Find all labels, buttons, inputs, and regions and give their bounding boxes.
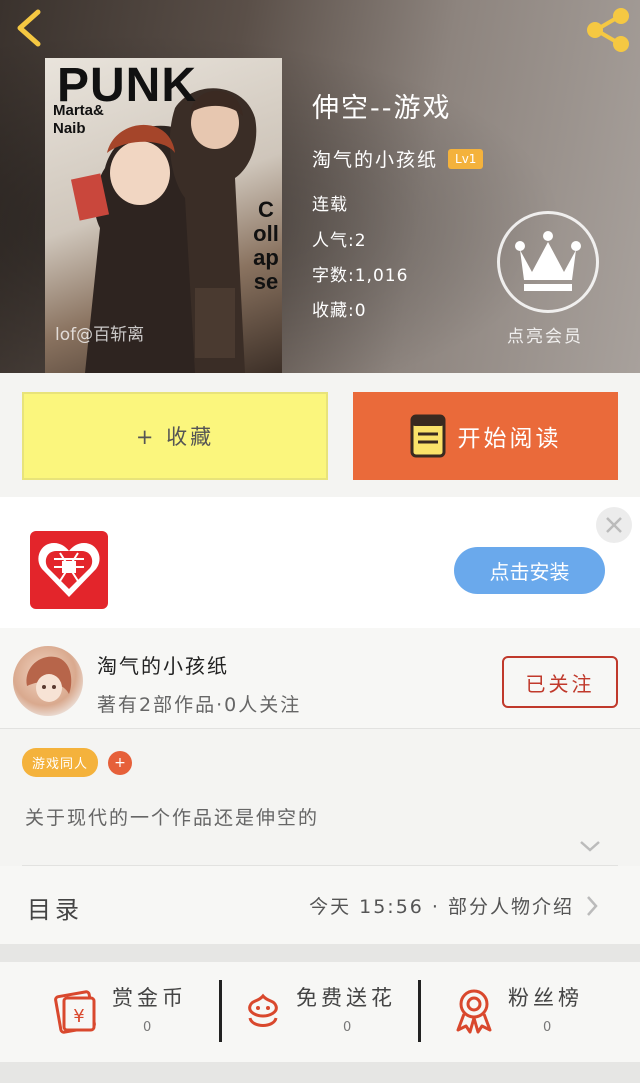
cover-subtitle: Marta& Naib <box>53 102 104 137</box>
reward-label: 免费送花 <box>296 986 396 1010</box>
chevron-right-icon <box>587 896 598 916</box>
author-card[interactable]: 淘气的小孩纸 著有2部作品·0人关注 已关注 <box>0 628 640 728</box>
tag-item[interactable]: 游戏同人 <box>22 748 99 777</box>
chevron-down-icon[interactable] <box>578 838 602 854</box>
svg-text:¥: ¥ <box>73 1006 84 1027</box>
reward-bar: ¥ 赏金币 0 免费送花 0 粉丝榜 0 <box>0 962 640 1062</box>
free-flower-reward[interactable]: 免费送花 0 <box>222 962 418 1062</box>
tag-list: 游戏同人 + <box>22 748 133 777</box>
book-cover[interactable]: PUNK Marta& Naib Collapse lof@百斩离 <box>45 58 282 373</box>
crown-icon <box>515 231 581 291</box>
word-count: 字数:1,016 <box>312 266 409 286</box>
back-arrow-icon[interactable] <box>12 8 46 48</box>
install-button[interactable]: 点击安装 <box>454 547 605 594</box>
ad-banner[interactable]: 点击安装 <box>0 497 640 628</box>
avatar[interactable] <box>13 646 83 716</box>
favorite-count: 收藏:0 <box>312 301 367 321</box>
table-of-contents-row[interactable]: 目录 今天 15:56 · 部分人物介绍 <box>0 866 640 944</box>
reward-count: 0 <box>143 1020 152 1035</box>
reward-count: 0 <box>343 1020 352 1035</box>
gold-coin-icon: ¥ <box>54 990 96 1034</box>
flower-icon <box>248 993 278 1027</box>
start-reading-label: 开始阅读 <box>457 426 562 452</box>
cover-watermark: lof@百斩离 <box>55 325 145 345</box>
book-header: PUNK Marta& Naib Collapse lof@百斩离 伸空--游戏… <box>0 0 640 373</box>
bottom-gap <box>0 1062 640 1083</box>
book-icon <box>410 414 445 458</box>
serial-status: 连载 <box>312 195 348 215</box>
divider <box>0 728 640 729</box>
favorite-button[interactable]: + 收藏 <box>22 392 328 480</box>
level-badge: Lv1 <box>448 148 484 169</box>
author-card-stats: 著有2部作品·0人关注 <box>97 694 302 716</box>
add-tag-button[interactable]: + <box>108 750 133 775</box>
reward-label: 赏金币 <box>112 986 187 1010</box>
toc-title: 目录 <box>27 896 83 924</box>
share-icon[interactable] <box>582 6 634 54</box>
app-logo-icon[interactable] <box>30 531 108 609</box>
reward-count: 0 <box>543 1020 552 1035</box>
latest-chapter[interactable]: 今天 15:56 · 部分人物介绍 <box>309 892 574 919</box>
ad-close-button[interactable] <box>596 507 632 543</box>
author-card-name[interactable]: 淘气的小孩纸 <box>97 650 229 679</box>
fan-ranking-icon <box>456 989 492 1034</box>
section-gap <box>0 944 640 962</box>
book-title: 伸空--游戏 <box>312 93 452 124</box>
start-reading-button[interactable]: 开始阅读 <box>353 392 618 480</box>
author-line[interactable]: 淘气的小孩纸 Lv1 <box>312 145 484 172</box>
popularity-count: 人气:2 <box>312 231 367 251</box>
fan-ranking-reward[interactable]: 粉丝榜 0 <box>421 962 640 1062</box>
book-description: 关于现代的一个作品还是伸空的 <box>25 807 320 829</box>
action-buttons: + 收藏 开始阅读 <box>0 373 640 497</box>
close-icon <box>606 517 622 533</box>
reward-label: 粉丝榜 <box>508 986 583 1010</box>
vip-label[interactable]: 点亮会员 <box>507 322 583 347</box>
follow-button[interactable]: 已关注 <box>502 656 618 708</box>
cover-side-text: Collapse <box>253 197 279 294</box>
gold-coin-reward[interactable]: ¥ 赏金币 0 <box>0 962 220 1062</box>
author-name[interactable]: 淘气的小孩纸 <box>312 145 438 172</box>
vip-button[interactable] <box>497 211 599 313</box>
